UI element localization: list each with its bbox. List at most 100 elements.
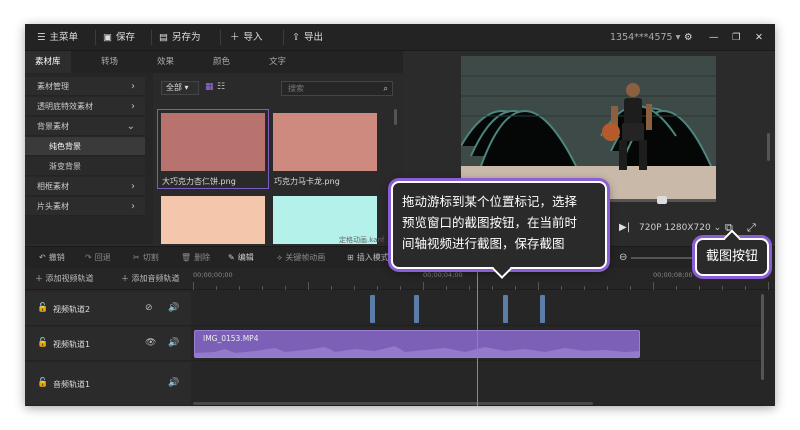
timeline-marker[interactable] xyxy=(370,295,375,323)
library-tabs: 素材库 转场 效果 颜色 文字 xyxy=(25,51,403,73)
settings-icon[interactable]: ⚙ xyxy=(684,24,693,51)
media-thumbnail[interactable] xyxy=(161,113,265,171)
tooltip-line: 预览窗口的截图按钮，在当前时 xyxy=(402,215,578,230)
track-header-video1: 🔓 视频轨道1 👁 🔊 xyxy=(25,327,191,361)
playhead-line xyxy=(477,248,478,406)
trash-icon: 🗑 xyxy=(181,253,192,262)
media-name: 巧克力马卡龙.png xyxy=(274,177,340,186)
keyframe-button[interactable]: ⟡ 关键帧动画 xyxy=(277,247,325,269)
screenshot-button-callout: 截图按钮 xyxy=(695,229,769,276)
category-item[interactable]: 纯色背景 xyxy=(25,137,145,156)
close-icon[interactable]: ✕ xyxy=(755,24,763,51)
tooltip-line: 间轴视频进行截图，保存截图 xyxy=(402,236,565,251)
undo-icon: ↶ xyxy=(39,253,46,262)
edit-button[interactable]: ✎ 编辑 xyxy=(228,247,254,269)
export-icon: ⇪ xyxy=(292,32,300,43)
search-icon: ⌕ xyxy=(383,84,388,93)
preview-progress-handle[interactable] xyxy=(657,196,667,204)
save-as-button[interactable]: ▤ 另存为 xyxy=(159,24,201,51)
tab-transitions[interactable]: 转场 xyxy=(101,51,118,73)
speaker-icon[interactable]: 🔊 xyxy=(168,338,179,348)
lock-icon[interactable]: 🔓 xyxy=(37,378,48,388)
tab-library[interactable]: 素材库 xyxy=(25,51,71,73)
save-button[interactable]: ▣ 保存 xyxy=(103,24,135,51)
timeline-hscrollbar[interactable] xyxy=(193,402,593,405)
chevron-right-icon: › xyxy=(131,101,135,112)
grid-view-icon[interactable]: ▦ xyxy=(205,82,214,92)
track-header-audio1: 🔓 音频轨道1 🔊 xyxy=(25,362,191,406)
filter-dropdown[interactable]: 全部 ▾ xyxy=(161,81,199,95)
track-lane-video2[interactable] xyxy=(193,292,765,326)
callout-label: 截图按钮 xyxy=(705,249,758,264)
tab-colors[interactable]: 颜色 xyxy=(213,51,230,73)
media-name: 大巧克力杏仁饼.png xyxy=(162,177,236,186)
category-item[interactable]: 透明底特效素材 › xyxy=(25,97,145,116)
keyframe-icon: ⟡ xyxy=(277,253,283,262)
save-icon: ▣ xyxy=(103,32,112,43)
clip-waveform xyxy=(195,346,639,357)
main-menu-button[interactable]: ☰ 主菜单 xyxy=(37,24,78,51)
insert-mode-button[interactable]: ⊞ 插入模式 xyxy=(347,247,389,269)
top-toolbar: ☰ 主菜单 ▣ 保存 ▤ 另存为 ＋导入 ⇪ 导出 1354***4575 ▾ ⚙ — … xyxy=(25,24,775,51)
speaker-icon[interactable]: 🔊 xyxy=(168,303,179,313)
lock-icon[interactable]: 🔓 xyxy=(37,338,48,348)
chevron-down-icon: ⌄ xyxy=(126,121,135,132)
add-video-track-button[interactable]: ＋ 添加视频轨道 xyxy=(35,268,94,290)
chevron-right-icon: › xyxy=(131,181,135,192)
preview-scrollbar[interactable] xyxy=(767,133,770,161)
video-frame xyxy=(461,56,716,199)
timeline-scrollbar[interactable] xyxy=(761,294,764,380)
eye-icon[interactable]: 👁 xyxy=(145,338,156,348)
lock-icon[interactable]: 🔓 xyxy=(37,303,48,313)
save-as-icon: ▤ xyxy=(159,32,168,43)
delete-button[interactable]: 🗑 删除 xyxy=(181,247,210,269)
grid-scrollbar[interactable] xyxy=(394,109,397,125)
fullscreen-icon[interactable]: ⤢ xyxy=(747,221,756,235)
track-lane-audio1[interactable] xyxy=(193,362,765,406)
track-header-video2: 🔓 视频轨道2 ⊘ 🔊 xyxy=(25,292,191,326)
edit-icon: ✎ xyxy=(228,253,235,262)
category-item[interactable]: 相框素材 › xyxy=(25,177,145,196)
minimize-icon[interactable]: — xyxy=(709,24,719,51)
instruction-tooltip: 拖动游标到某个位置标记，选择 预览窗口的截图按钮，在当前时 间轴视频进行截图，保… xyxy=(391,181,607,279)
redo-button[interactable]: ↷ 回退 xyxy=(85,247,111,269)
ruler-ticks xyxy=(193,282,769,290)
add-audio-track-button[interactable]: ＋ 添加音频轨道 xyxy=(121,268,180,290)
zoom-out-icon[interactable]: ⊖ xyxy=(619,252,627,263)
resolution-select[interactable]: 720P 1280X720 ⌄ xyxy=(639,223,721,233)
timeline-ruler[interactable]: 00;00;00;00 00;00;04;00 00;00;08;00 xyxy=(193,268,775,290)
category-item[interactable]: 渐变背景 xyxy=(25,157,145,176)
account-menu[interactable]: 1354***4575 ▾ xyxy=(610,24,680,51)
list-view-icon[interactable]: ☷ xyxy=(217,82,225,92)
tab-effects[interactable]: 效果 xyxy=(157,51,174,73)
plus-icon: ＋ xyxy=(230,32,240,43)
import-button[interactable]: ＋导入 xyxy=(230,24,263,51)
export-button[interactable]: ⇪ 导出 xyxy=(292,24,323,51)
timeline-panel: ↶ 撤销 ↷ 回退 ✂ 切割 🗑 删除 ✎ 编辑 ⟡ 关键帧动画 ⊞ 插入模式 ⊖ ＋ 添加视… xyxy=(25,246,775,406)
video-preview xyxy=(461,56,716,199)
timeline-marker[interactable] xyxy=(414,295,419,323)
redo-icon: ↷ xyxy=(85,253,92,262)
scissors-icon: ✂ xyxy=(133,253,140,262)
media-thumbnail[interactable] xyxy=(273,113,377,171)
menu-icon: ☰ xyxy=(37,32,46,43)
search-input[interactable]: 搜索 ⌕ xyxy=(281,81,393,96)
category-item[interactable]: 背景素材 ⌄ xyxy=(25,117,145,136)
restore-icon[interactable]: ❐ xyxy=(732,24,741,51)
zoom-slider[interactable] xyxy=(631,257,695,259)
track-lane-video1[interactable]: IMG_0153.MP4 xyxy=(193,327,765,361)
split-button[interactable]: ✂ 切割 xyxy=(133,247,159,269)
hidden-eye-icon[interactable]: ⊘ xyxy=(145,303,153,313)
video-clip[interactable]: IMG_0153.MP4 xyxy=(194,330,640,358)
category-item[interactable]: 素材管理 › xyxy=(25,77,145,96)
timeline-marker[interactable] xyxy=(540,295,545,323)
insert-icon: ⊞ xyxy=(347,253,354,262)
chevron-right-icon: › xyxy=(131,81,135,92)
tooltip-line: 拖动游标到某个位置标记，选择 xyxy=(402,194,578,209)
next-frame-icon[interactable]: ▶| xyxy=(619,222,630,233)
track-add-bar: ＋ 添加视频轨道 ＋ 添加音频轨道 xyxy=(25,268,193,290)
timeline-marker[interactable] xyxy=(503,295,508,323)
undo-button[interactable]: ↶ 撤销 xyxy=(39,247,65,269)
tab-text[interactable]: 文字 xyxy=(269,51,286,73)
speaker-icon[interactable]: 🔊 xyxy=(168,378,179,388)
